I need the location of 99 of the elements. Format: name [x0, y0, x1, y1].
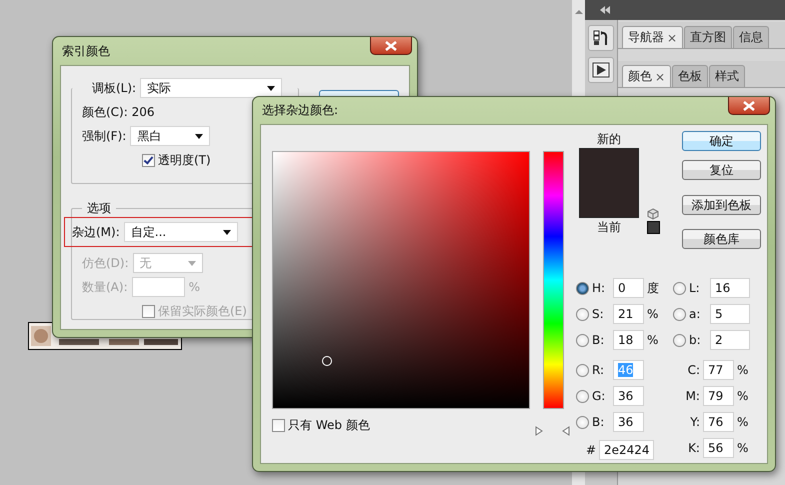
field-label: b: — [688, 333, 702, 347]
field-label: 杂边(M): — [72, 224, 120, 240]
close-button[interactable] — [728, 97, 770, 115]
value-field[interactable]: 77 — [702, 360, 734, 380]
value-field[interactable]: 36 — [613, 386, 644, 406]
field-label: 调板(L): — [92, 80, 136, 96]
field-label: C: — [686, 363, 700, 377]
hex-field[interactable]: 2e2424 — [599, 440, 654, 460]
dialog-button[interactable]: 添加到色板 — [682, 195, 761, 215]
field-label: 强制(F): — [82, 128, 126, 144]
tab-label: 颜色 — [628, 68, 652, 85]
caret-icon — [188, 260, 196, 266]
palette-dropdown[interactable]: 实际 — [140, 78, 282, 98]
close-icon — [743, 100, 755, 110]
group-title: 选项 — [82, 200, 116, 217]
tab-label: 色板 — [678, 68, 702, 85]
color-marker[interactable] — [322, 356, 332, 366]
field-label: # — [586, 443, 596, 457]
unit-label: % — [647, 307, 658, 321]
tab-label: 直方图 — [690, 29, 726, 46]
forced-dropdown[interactable]: 黑白 — [130, 126, 210, 146]
play-icon[interactable] — [588, 57, 614, 83]
caret-icon — [195, 134, 204, 138]
radio-button[interactable] — [576, 364, 589, 376]
slider-handle[interactable] — [535, 426, 543, 436]
value-field[interactable]: 16 — [710, 278, 750, 298]
caret-icon — [222, 230, 231, 234]
value-field[interactable]: 76 — [702, 412, 734, 432]
field-label: a: — [688, 307, 702, 321]
radio-button[interactable] — [576, 282, 589, 294]
panel-tab[interactable]: 色板 — [672, 65, 708, 87]
field-label: G: — [592, 389, 606, 403]
close-icon[interactable]: × — [667, 30, 678, 44]
field-label: Y: — [689, 415, 700, 429]
value-field[interactable]: 18 — [613, 330, 644, 350]
collapse-icon[interactable] — [599, 6, 611, 14]
checkbox-label: 透明度(T) — [158, 152, 211, 168]
tab-label: 信息 — [739, 29, 764, 46]
field-label: R: — [592, 363, 606, 377]
panel-tab[interactable]: 样式 — [709, 65, 746, 87]
tab-label: 导航器 — [628, 29, 664, 46]
unit-label: % — [188, 280, 200, 294]
cube-icon[interactable] — [647, 208, 659, 220]
value-field[interactable]: 21 — [613, 304, 644, 324]
checkbox[interactable] — [272, 419, 285, 432]
color-field[interactable] — [272, 151, 530, 409]
checkbox[interactable] — [142, 154, 155, 166]
caret-icon — [267, 86, 276, 90]
unit-label: 度 — [647, 280, 659, 296]
window-title: 索引颜色 — [61, 42, 110, 60]
radio-button[interactable] — [672, 308, 686, 320]
close-button[interactable] — [370, 37, 412, 55]
radio-button[interactable] — [672, 282, 686, 294]
field-label: M: — [684, 389, 700, 403]
unit-label: % — [736, 415, 748, 429]
checkbox-label: 只有 Web 颜色 — [288, 417, 370, 434]
web-safe-swatch[interactable] — [647, 221, 660, 234]
field-label: 仿色(D): — [82, 254, 129, 272]
unit-label: % — [647, 333, 658, 347]
radio-button[interactable] — [576, 334, 589, 346]
matte-dropdown[interactable]: 自定... — [124, 222, 238, 242]
radio-button[interactable] — [576, 390, 589, 402]
radio-button[interactable] — [576, 416, 589, 428]
field-label: 数量(A): — [82, 278, 128, 296]
field-label: S: — [592, 307, 605, 321]
new-color-label: 新的 — [597, 131, 621, 147]
hue-slider[interactable] — [543, 151, 564, 409]
value-field[interactable]: 2 — [710, 330, 750, 350]
slider-handle[interactable] — [562, 426, 570, 436]
field-label: K: — [687, 441, 700, 455]
value-field[interactable]: 56 — [702, 438, 734, 458]
checkbox-label: 保留实际颜色(E) — [158, 302, 247, 320]
dialog-button[interactable]: 颜色库 — [682, 229, 761, 249]
radio-button[interactable] — [576, 308, 589, 320]
unit-label: % — [736, 441, 748, 455]
field-label: H: — [592, 281, 606, 295]
dialog-button[interactable]: 确定 — [682, 131, 761, 151]
tab-label: 样式 — [715, 68, 740, 85]
radio-button[interactable] — [672, 334, 686, 346]
value-field[interactable]: 5 — [710, 304, 750, 324]
unit-label: % — [736, 389, 748, 403]
value-field[interactable]: 79 — [702, 386, 734, 406]
panel-tab[interactable]: 导航器 × — [622, 26, 684, 48]
panel-tab[interactable]: 信息 — [733, 26, 770, 48]
field-label: L: — [688, 281, 701, 295]
panel-tab[interactable]: 颜色 × — [622, 65, 672, 87]
unit-label: % — [736, 363, 748, 377]
history-icon[interactable] — [588, 25, 614, 51]
field-label: B: — [592, 415, 606, 429]
dialog-button[interactable]: 复位 — [682, 160, 761, 180]
value-field[interactable]: 0 — [613, 278, 644, 298]
field-label: B: — [592, 333, 606, 347]
current-color-label: 当前 — [597, 219, 621, 235]
value-field[interactable]: 36 — [613, 412, 644, 432]
close-icon[interactable]: × — [655, 70, 666, 84]
close-icon — [385, 40, 397, 50]
panel-tab[interactable]: 直方图 — [684, 26, 732, 48]
window-title: 选择杂边颜色: — [261, 102, 338, 119]
color-count-text: 颜色(C): 206 — [82, 104, 155, 120]
